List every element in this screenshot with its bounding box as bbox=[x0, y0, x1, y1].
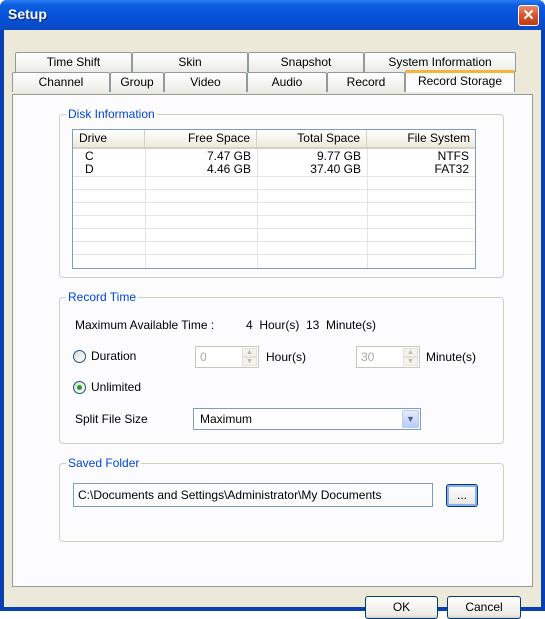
unlimited-label[interactable]: Unlimited bbox=[91, 380, 141, 394]
split-file-size-value: Maximum bbox=[200, 412, 253, 426]
disk-information-legend: Disk Information bbox=[66, 107, 157, 121]
window-title: Setup bbox=[8, 6, 47, 22]
chevron-down-icon[interactable]: ▼ bbox=[242, 357, 257, 366]
dialog-client-area: Time Shift Skin Snapshot System Informat… bbox=[4, 30, 541, 619]
table-cell-drive[interactable]: D bbox=[85, 163, 94, 176]
minutes-stepper[interactable]: 30 ▲ ▼ bbox=[356, 346, 420, 368]
tab-snapshot[interactable]: Snapshot bbox=[248, 52, 364, 72]
grid-hline bbox=[73, 176, 475, 177]
tab-record-storage[interactable]: Record Storage bbox=[405, 70, 515, 92]
close-icon: ✕ bbox=[522, 7, 535, 24]
grid-hline bbox=[73, 228, 475, 229]
grid-hline bbox=[73, 241, 475, 242]
duration-radio[interactable] bbox=[73, 350, 86, 363]
duration-label[interactable]: Duration bbox=[91, 349, 136, 363]
chevron-down-icon[interactable]: ▼ bbox=[402, 410, 419, 428]
table-cell-free-space[interactable]: 4.46 GB bbox=[145, 163, 251, 176]
saved-folder-group: Saved Folder C:\Documents and Settings\A… bbox=[59, 456, 504, 542]
ok-button[interactable]: OK bbox=[365, 596, 438, 619]
grid-hline bbox=[73, 254, 475, 255]
title-bar[interactable]: Setup ✕ bbox=[0, 0, 545, 30]
disk-list[interactable]: Drive Free Space Total Space File System bbox=[72, 129, 476, 269]
max-available-time-label: Maximum Available Time : bbox=[75, 318, 215, 332]
table-cell-total-space[interactable]: 37.40 GB bbox=[257, 163, 361, 176]
saved-folder-path: C:\Documents and Settings\Administrator\… bbox=[78, 488, 382, 502]
browse-button[interactable]: ... bbox=[446, 484, 478, 507]
record-storage-panel: Disk Information Drive Free Space Total … bbox=[12, 94, 533, 587]
close-button[interactable]: ✕ bbox=[518, 5, 539, 26]
tab-system-information[interactable]: System Information bbox=[364, 52, 516, 72]
record-time-group: Record Time Maximum Available Time : 4 H… bbox=[59, 290, 504, 444]
disk-information-group: Disk Information Drive Free Space Total … bbox=[59, 107, 504, 278]
chevron-up-icon[interactable]: ▲ bbox=[242, 348, 257, 357]
column-header-free-space[interactable]: Free Space bbox=[145, 130, 257, 149]
hours-value: 0 bbox=[200, 350, 207, 364]
grid-hline bbox=[73, 215, 475, 216]
chevron-up-icon[interactable]: ▲ bbox=[403, 348, 418, 357]
minutes-value: 30 bbox=[361, 350, 375, 364]
tab-skin[interactable]: Skin bbox=[132, 52, 248, 72]
grid-hline bbox=[73, 189, 475, 190]
tab-video[interactable]: Video bbox=[164, 72, 247, 92]
tab-time-shift[interactable]: Time Shift bbox=[15, 52, 132, 72]
cancel-button[interactable]: Cancel bbox=[447, 596, 521, 619]
table-cell-file-system[interactable]: FAT32 bbox=[367, 163, 469, 176]
tab-record[interactable]: Record bbox=[327, 72, 405, 92]
tab-audio[interactable]: Audio bbox=[247, 72, 327, 92]
radio-selected-dot bbox=[77, 385, 82, 390]
tab-group[interactable]: Group bbox=[110, 72, 164, 92]
grid-hline bbox=[73, 202, 475, 203]
split-file-size-label: Split File Size bbox=[75, 412, 148, 426]
hours-label: Hour(s) bbox=[266, 350, 307, 364]
hours-stepper[interactable]: 0 ▲ ▼ bbox=[195, 346, 259, 368]
unlimited-radio[interactable] bbox=[73, 381, 86, 394]
column-header-drive[interactable]: Drive bbox=[73, 130, 145, 149]
max-available-time-value: 4 Hour(s) 13 Minute(s) bbox=[246, 318, 377, 332]
minutes-label: Minute(s) bbox=[426, 350, 477, 364]
chevron-down-icon[interactable]: ▼ bbox=[403, 357, 418, 366]
split-file-size-select[interactable]: Maximum ▼ bbox=[193, 408, 421, 430]
setup-dialog: Setup ✕ Time Shift Skin Snapshot System … bbox=[0, 0, 545, 619]
column-header-total-space[interactable]: Total Space bbox=[257, 130, 367, 149]
tab-channel[interactable]: Channel bbox=[12, 72, 110, 92]
record-time-legend: Record Time bbox=[66, 290, 139, 304]
column-header-file-system[interactable]: File System bbox=[367, 130, 475, 149]
saved-folder-legend: Saved Folder bbox=[66, 456, 142, 470]
saved-folder-path-field[interactable]: C:\Documents and Settings\Administrator\… bbox=[73, 483, 433, 507]
